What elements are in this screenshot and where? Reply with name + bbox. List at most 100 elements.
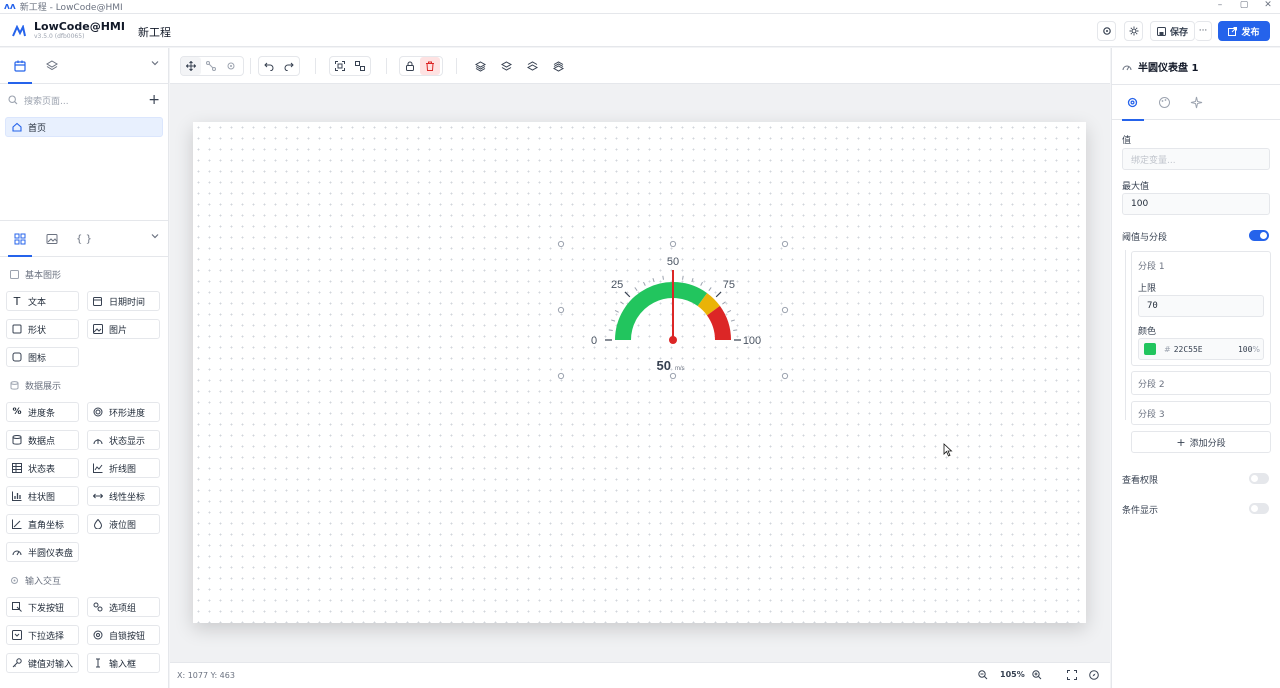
close-window-button[interactable]: ✕ bbox=[1256, 0, 1280, 10]
component-level[interactable]: 液位图 bbox=[87, 514, 160, 534]
component-icon[interactable]: 图标 bbox=[6, 347, 79, 367]
pages-tab[interactable] bbox=[10, 56, 30, 76]
table-icon bbox=[12, 463, 22, 473]
view-permission-toggle[interactable] bbox=[1249, 473, 1269, 484]
group-button[interactable] bbox=[330, 57, 350, 75]
connect-tool[interactable] bbox=[201, 57, 221, 75]
undo-button[interactable] bbox=[259, 57, 279, 75]
component-bar-chart[interactable]: 柱状图 bbox=[6, 486, 79, 506]
gauge-tick bbox=[730, 319, 735, 322]
component-datapoint[interactable]: 数据点 bbox=[6, 430, 79, 450]
collapse-toggle[interactable] bbox=[150, 58, 160, 68]
components-tab[interactable] bbox=[10, 229, 30, 249]
gauge-needle-hub bbox=[669, 336, 677, 344]
segment-1-title[interactable]: 分段 1 bbox=[1138, 259, 1165, 272]
color-swatch[interactable] bbox=[1144, 343, 1156, 355]
component-label: 下拉选择 bbox=[28, 631, 65, 642]
section-basic[interactable]: 基本图形 bbox=[10, 267, 61, 281]
bring-to-front-button[interactable] bbox=[470, 57, 490, 75]
maximize-button[interactable]: ▢ bbox=[1232, 0, 1256, 10]
design-canvas[interactable]: 0 25 50 75 100 50 m/s bbox=[193, 122, 1086, 623]
component-ring-progress[interactable]: 环形进度 bbox=[87, 402, 160, 422]
bring-forward-button[interactable] bbox=[496, 57, 516, 75]
toolbar-divider bbox=[250, 58, 251, 74]
component-label: 键值对输入 bbox=[28, 659, 74, 670]
tab-settings[interactable] bbox=[1126, 96, 1139, 112]
gauge-tick bbox=[708, 287, 712, 291]
section-data[interactable]: 数据展示 bbox=[10, 378, 61, 392]
color-input[interactable]: # 22C55E 100 % bbox=[1138, 338, 1264, 360]
move-tool[interactable] bbox=[181, 57, 201, 75]
component-shape[interactable]: 形状 bbox=[6, 319, 79, 339]
send-backward-button[interactable] bbox=[522, 57, 542, 75]
component-latch-button[interactable]: 自锁按钮 bbox=[87, 625, 160, 645]
settings-button[interactable] bbox=[1097, 21, 1116, 41]
search-input[interactable]: 搜索页面... bbox=[24, 94, 148, 107]
component-linear-axis[interactable]: 线性坐标 bbox=[87, 486, 160, 506]
compass-button[interactable] bbox=[1089, 670, 1099, 683]
upper-limit-label: 上限 bbox=[1138, 284, 1157, 294]
max-value-input[interactable]: 100 bbox=[1122, 193, 1270, 215]
minimize-button[interactable]: – bbox=[1208, 0, 1232, 10]
component-datetime[interactable]: 日期时间 bbox=[87, 291, 160, 311]
component-status-table[interactable]: 状态表 bbox=[6, 458, 79, 478]
fit-screen-button[interactable] bbox=[1067, 670, 1077, 683]
segment-1-panel: 分段 1 上限 70 颜色 # 22C55E 100 % bbox=[1131, 251, 1271, 366]
lock-button[interactable] bbox=[400, 57, 420, 75]
conditional-display-toggle[interactable] bbox=[1249, 503, 1269, 514]
section-input[interactable]: 输入交互 bbox=[10, 573, 61, 587]
component-label: 半圆仪表盘 bbox=[28, 548, 74, 559]
images-tab[interactable] bbox=[42, 229, 62, 249]
component-option-group[interactable]: 选项组 bbox=[87, 597, 160, 617]
page-item-home[interactable]: 首页 bbox=[5, 117, 163, 137]
segment-2-panel[interactable]: 分段 2 bbox=[1131, 371, 1271, 395]
gauge-value-label: 50 bbox=[657, 358, 671, 373]
component-status[interactable]: 状态显示 bbox=[87, 430, 160, 450]
component-send-button[interactable]: 下发按钮 bbox=[6, 597, 79, 617]
selected-component-name: 半圆仪表盘 1 bbox=[1138, 63, 1199, 74]
half-gauge-widget[interactable]: 0 25 50 75 100 50 m/s bbox=[193, 122, 1086, 623]
publish-button[interactable]: 发布 bbox=[1218, 21, 1270, 41]
delete-button[interactable] bbox=[420, 57, 440, 75]
component-dropdown[interactable]: 下拉选择 bbox=[6, 625, 79, 645]
component-cartesian[interactable]: 直角坐标 bbox=[6, 514, 79, 534]
add-segment-button[interactable]: + 添加分段 bbox=[1131, 431, 1271, 453]
redo-button[interactable] bbox=[279, 57, 299, 75]
chevron-down-icon bbox=[151, 61, 159, 66]
upper-limit-input[interactable]: 70 bbox=[1138, 295, 1264, 317]
value-binding-input[interactable]: 绑定变量... bbox=[1122, 148, 1270, 170]
chevron-down-icon bbox=[151, 234, 159, 239]
threshold-toggle[interactable] bbox=[1249, 230, 1269, 241]
layers-tab[interactable] bbox=[42, 56, 62, 76]
add-page-button[interactable]: + bbox=[148, 92, 160, 108]
component-line-chart[interactable]: 折线图 bbox=[87, 458, 160, 478]
theme-button[interactable] bbox=[1124, 21, 1143, 41]
ungroup-button[interactable] bbox=[350, 57, 370, 75]
code-tab[interactable]: { } bbox=[74, 229, 94, 249]
tab-events[interactable] bbox=[1190, 96, 1203, 112]
component-kv-input[interactable]: 键值对输入 bbox=[6, 653, 79, 673]
collapse-toggle[interactable] bbox=[150, 231, 160, 241]
page-search[interactable]: 搜索页面... + bbox=[8, 92, 160, 108]
component-progress[interactable]: % 进度条 bbox=[6, 402, 79, 422]
tool-group-group bbox=[329, 56, 371, 76]
zoom-out-button[interactable] bbox=[978, 670, 988, 683]
component-half-gauge[interactable]: 半圆仪表盘 bbox=[6, 542, 79, 562]
tab-active-indicator bbox=[8, 255, 32, 257]
opacity-value[interactable]: 100 bbox=[1238, 345, 1252, 354]
component-input-box[interactable]: 输入框 bbox=[87, 653, 160, 673]
project-name[interactable]: 新工程 bbox=[138, 24, 171, 40]
app-version: v3.5.0 (dfb0065) bbox=[34, 33, 85, 40]
segment-3-panel[interactable]: 分段 3 bbox=[1131, 401, 1271, 425]
save-button[interactable]: 保存 bbox=[1150, 21, 1195, 41]
gauge-tick-label: 50 bbox=[667, 256, 679, 268]
more-button[interactable]: ··· bbox=[1195, 21, 1212, 41]
zoom-in-button[interactable] bbox=[1032, 670, 1042, 683]
component-text[interactable]: T 文本 bbox=[6, 291, 79, 311]
tab-style[interactable] bbox=[1158, 96, 1171, 112]
component-image[interactable]: 图片 bbox=[87, 319, 160, 339]
gear-tool[interactable] bbox=[221, 57, 241, 75]
send-to-back-button[interactable] bbox=[548, 57, 568, 75]
zoom-level[interactable]: 105% bbox=[1000, 670, 1025, 679]
color-hex-value[interactable]: 22C55E bbox=[1174, 345, 1238, 354]
